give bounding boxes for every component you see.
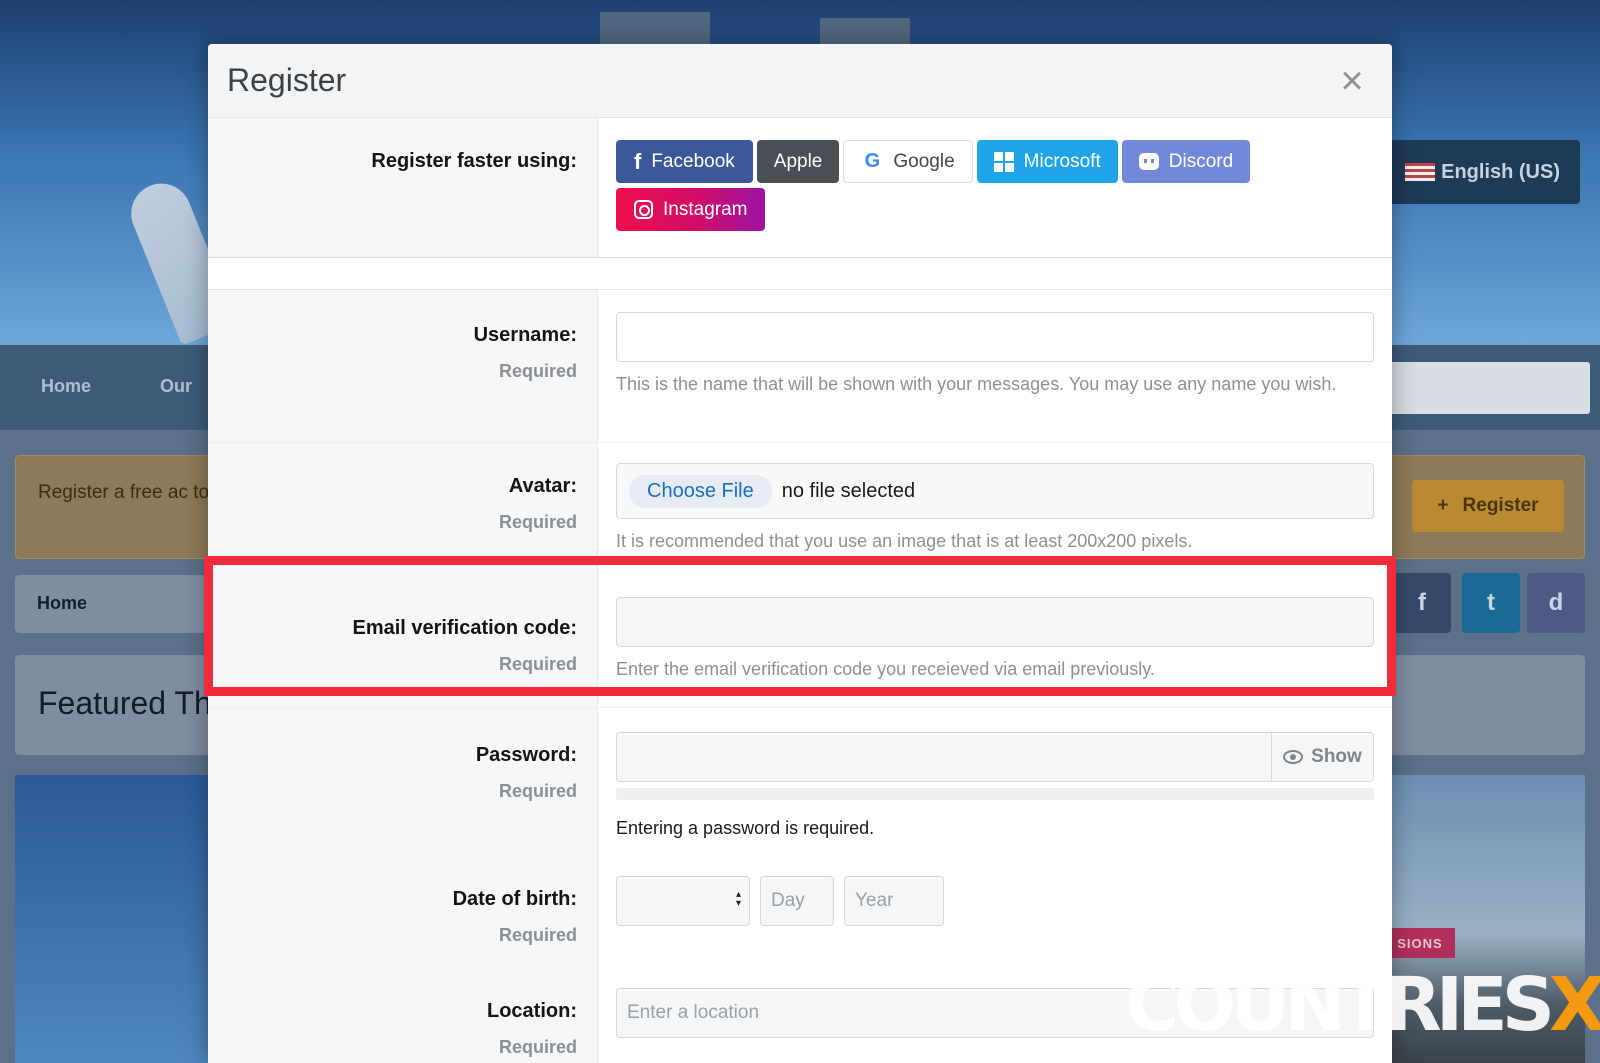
featured-title: Featured Th	[38, 685, 208, 721]
email-code-hint: Enter the email verification code you re…	[616, 659, 1155, 679]
show-password-button[interactable]: Show	[1271, 733, 1373, 781]
username-hint: This is the name that will be shown with…	[616, 374, 1337, 394]
social-login-label: Register faster using:	[371, 150, 577, 172]
instagram-icon	[634, 200, 653, 219]
section-divider	[208, 258, 1392, 290]
background-search[interactable]	[1380, 362, 1590, 414]
microsoft-button[interactable]: Microsoft	[976, 140, 1118, 183]
facebook-icon: f	[634, 148, 642, 174]
instagram-button[interactable]: Instagram	[616, 188, 766, 231]
username-label: Username:	[473, 324, 577, 346]
breadcrumb-home[interactable]: Home	[15, 575, 215, 633]
required-label: Required	[498, 512, 577, 532]
modal-header: Register ×	[208, 44, 1392, 118]
file-status: no file selected	[781, 479, 916, 502]
required-label: Required	[498, 654, 577, 674]
discord-button[interactable]: Discord	[1121, 140, 1251, 183]
plus-icon: +	[1437, 495, 1449, 516]
modal-title: Register	[227, 62, 347, 98]
language-selector[interactable]: English (US)	[1380, 140, 1580, 204]
google-icon: G	[864, 150, 881, 172]
email-code-row: Email verification code: Required Enter …	[208, 563, 1392, 708]
twitter-social-icon[interactable]: t	[1462, 573, 1520, 633]
username-row: Username: Required This is the name that…	[208, 290, 1392, 443]
password-message: Entering a password is required.	[616, 818, 875, 838]
featured-photo-left	[15, 775, 215, 1063]
location-label: Location:	[487, 1000, 577, 1022]
password-field: Show	[616, 732, 1374, 782]
discord-icon	[1138, 153, 1159, 170]
avatar-hint: It is recommended that you use an image …	[616, 531, 1193, 551]
avatar-label: Avatar:	[508, 475, 577, 497]
nav-item-home[interactable]: Home	[41, 376, 91, 397]
register-modal: Register × Register faster using: f Face…	[208, 44, 1392, 1063]
email-code-input[interactable]	[616, 597, 1374, 647]
dob-month-select[interactable]	[616, 876, 750, 926]
dob-row: Date of birth: Required Day Year	[208, 858, 1392, 970]
social-buttons: f Facebook Apple G Google Microsoft Disc…	[598, 118, 1392, 257]
username-input[interactable]	[616, 312, 1374, 362]
close-icon[interactable]: ×	[1334, 61, 1370, 101]
social-login-row: Register faster using: f Facebook Apple …	[208, 118, 1392, 258]
facebook-button[interactable]: f Facebook	[616, 140, 753, 183]
location-input[interactable]	[616, 988, 1374, 1038]
required-label: Required	[498, 925, 577, 945]
dob-day-input[interactable]: Day	[760, 876, 834, 926]
required-label: Required	[498, 781, 577, 801]
password-strength-meter	[616, 788, 1374, 800]
featured-tag: SIONS	[1385, 928, 1455, 958]
google-button[interactable]: G Google	[843, 140, 973, 183]
featured-photo-right	[1390, 775, 1585, 1063]
background-register-button[interactable]: + Register	[1412, 480, 1564, 532]
nav-item-our[interactable]: Our	[160, 376, 192, 397]
apple-button[interactable]: Apple	[756, 140, 840, 183]
dob-label: Date of birth:	[452, 888, 577, 910]
eye-icon	[1283, 750, 1304, 764]
avatar-row: Avatar: Required Choose File no file sel…	[208, 443, 1392, 563]
discord-social-icon[interactable]: d	[1527, 573, 1585, 633]
building-image	[600, 12, 710, 44]
register-notice-text: Register a free ac topics and posts, .	[38, 482, 208, 503]
dob-year-input[interactable]: Year	[844, 876, 944, 926]
choose-file-button[interactable]: Choose File	[629, 474, 772, 508]
avatar-file-input[interactable]: Choose File no file selected	[616, 463, 1374, 519]
facebook-social-icon[interactable]: f	[1393, 573, 1451, 633]
password-label: Password:	[475, 744, 577, 766]
required-label: Required	[498, 1037, 577, 1057]
password-row: Password: Required Show Entering a passw…	[208, 708, 1392, 858]
password-input[interactable]	[617, 733, 1271, 781]
microsoft-icon	[993, 151, 1014, 172]
required-label: Required	[498, 361, 577, 381]
us-flag-icon	[1405, 163, 1436, 181]
location-row: Location: Required	[208, 970, 1392, 1063]
email-code-label: Email verification code:	[352, 617, 577, 639]
